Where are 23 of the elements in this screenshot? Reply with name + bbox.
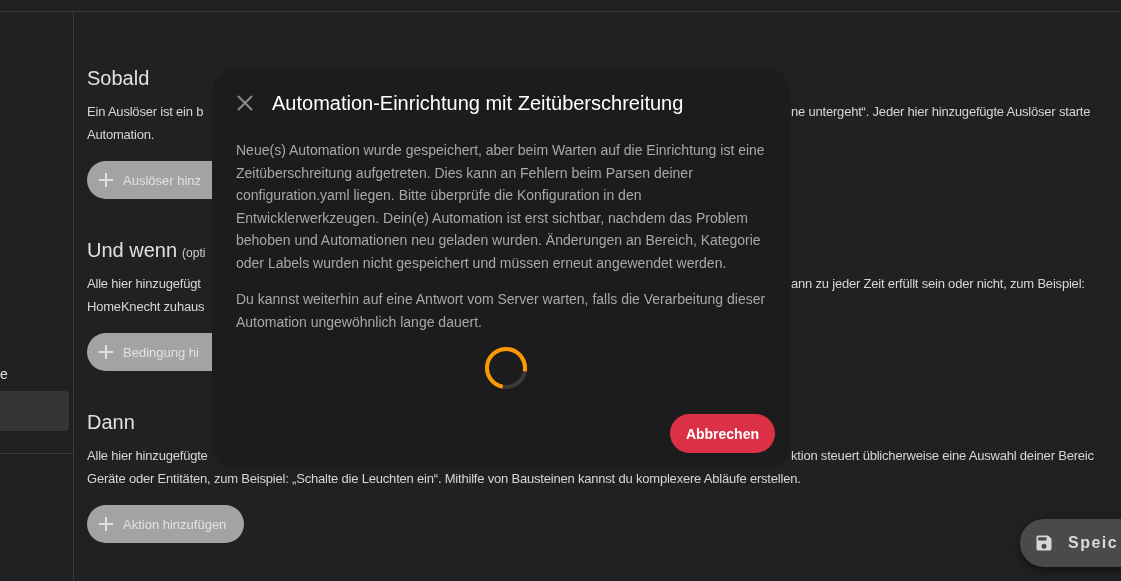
- cancel-button[interactable]: Abbrechen: [669, 414, 775, 453]
- plus-icon: [99, 345, 113, 359]
- section-description: ne untergeht“. Jeder hier hinzugefügte Auslöser starte: [791, 103, 1091, 121]
- close-button[interactable]: [236, 94, 254, 112]
- section-description: ann zu jeder Zeit erfüllt sein oder nicht, zum Beispiel:: [791, 275, 1085, 293]
- dialog-title: Automation-Einrichtung mit Zeitüberschreitung: [272, 91, 684, 115]
- section-description: Automation.: [87, 126, 155, 144]
- section-description: Ein Auslöser ist ein b: [87, 103, 204, 121]
- sidebar-item[interactable]: e: [0, 363, 8, 385]
- section-heading: Sobald: [87, 66, 150, 91]
- section-heading: Dann: [87, 410, 135, 435]
- section-description: Geräte oder Entitäten, zum Beispiel: „Schalte die Leuchten ein“. Mithilfe von Bausteinen kannst du komplexere Abläufe erstellen.: [87, 470, 801, 488]
- section-description: Alle hier hinzugefügte: [87, 447, 208, 465]
- section-description: HomeKnecht zuhaus: [87, 298, 205, 316]
- optional-note: (opti: [182, 246, 206, 260]
- section-heading: Und wenn: [87, 238, 178, 263]
- plus-icon: [99, 517, 113, 531]
- plus-icon: [99, 173, 113, 187]
- section-description: ktion steuert üblicherweise eine Auswahl deiner Bereic: [791, 447, 1094, 465]
- section-description: Alle hier hinzugefügt: [87, 275, 201, 293]
- dialog-message: Du kannst weiterhin auf eine Antwort vom Server warten, falls die Verarbeitung dieser Automation ungewöhnlich lange dauert.: [236, 290, 766, 332]
- dialog-message: Neue(s) Automation wurde gespeichert, aber beim Warten auf die Einrichtung ist eine Zeitüberschreitung aufgetreten. Dies kann an Fehlern beim Parsen deiner configuration.yaml liegen. Bitte überprüfe die Konfiguration in den Entwicklerwerkzeugen. Dein(e) Automation ist erst sichtbar, nachdem das Problem behoben und Automationen neu geladen wurden. Änderungen an Bereich, Kategorie oder Labels wurden nicht gespeichert und müssen erneut angewendet werden.: [236, 141, 766, 273]
- save-button[interactable]: Speic: [1020, 519, 1121, 567]
